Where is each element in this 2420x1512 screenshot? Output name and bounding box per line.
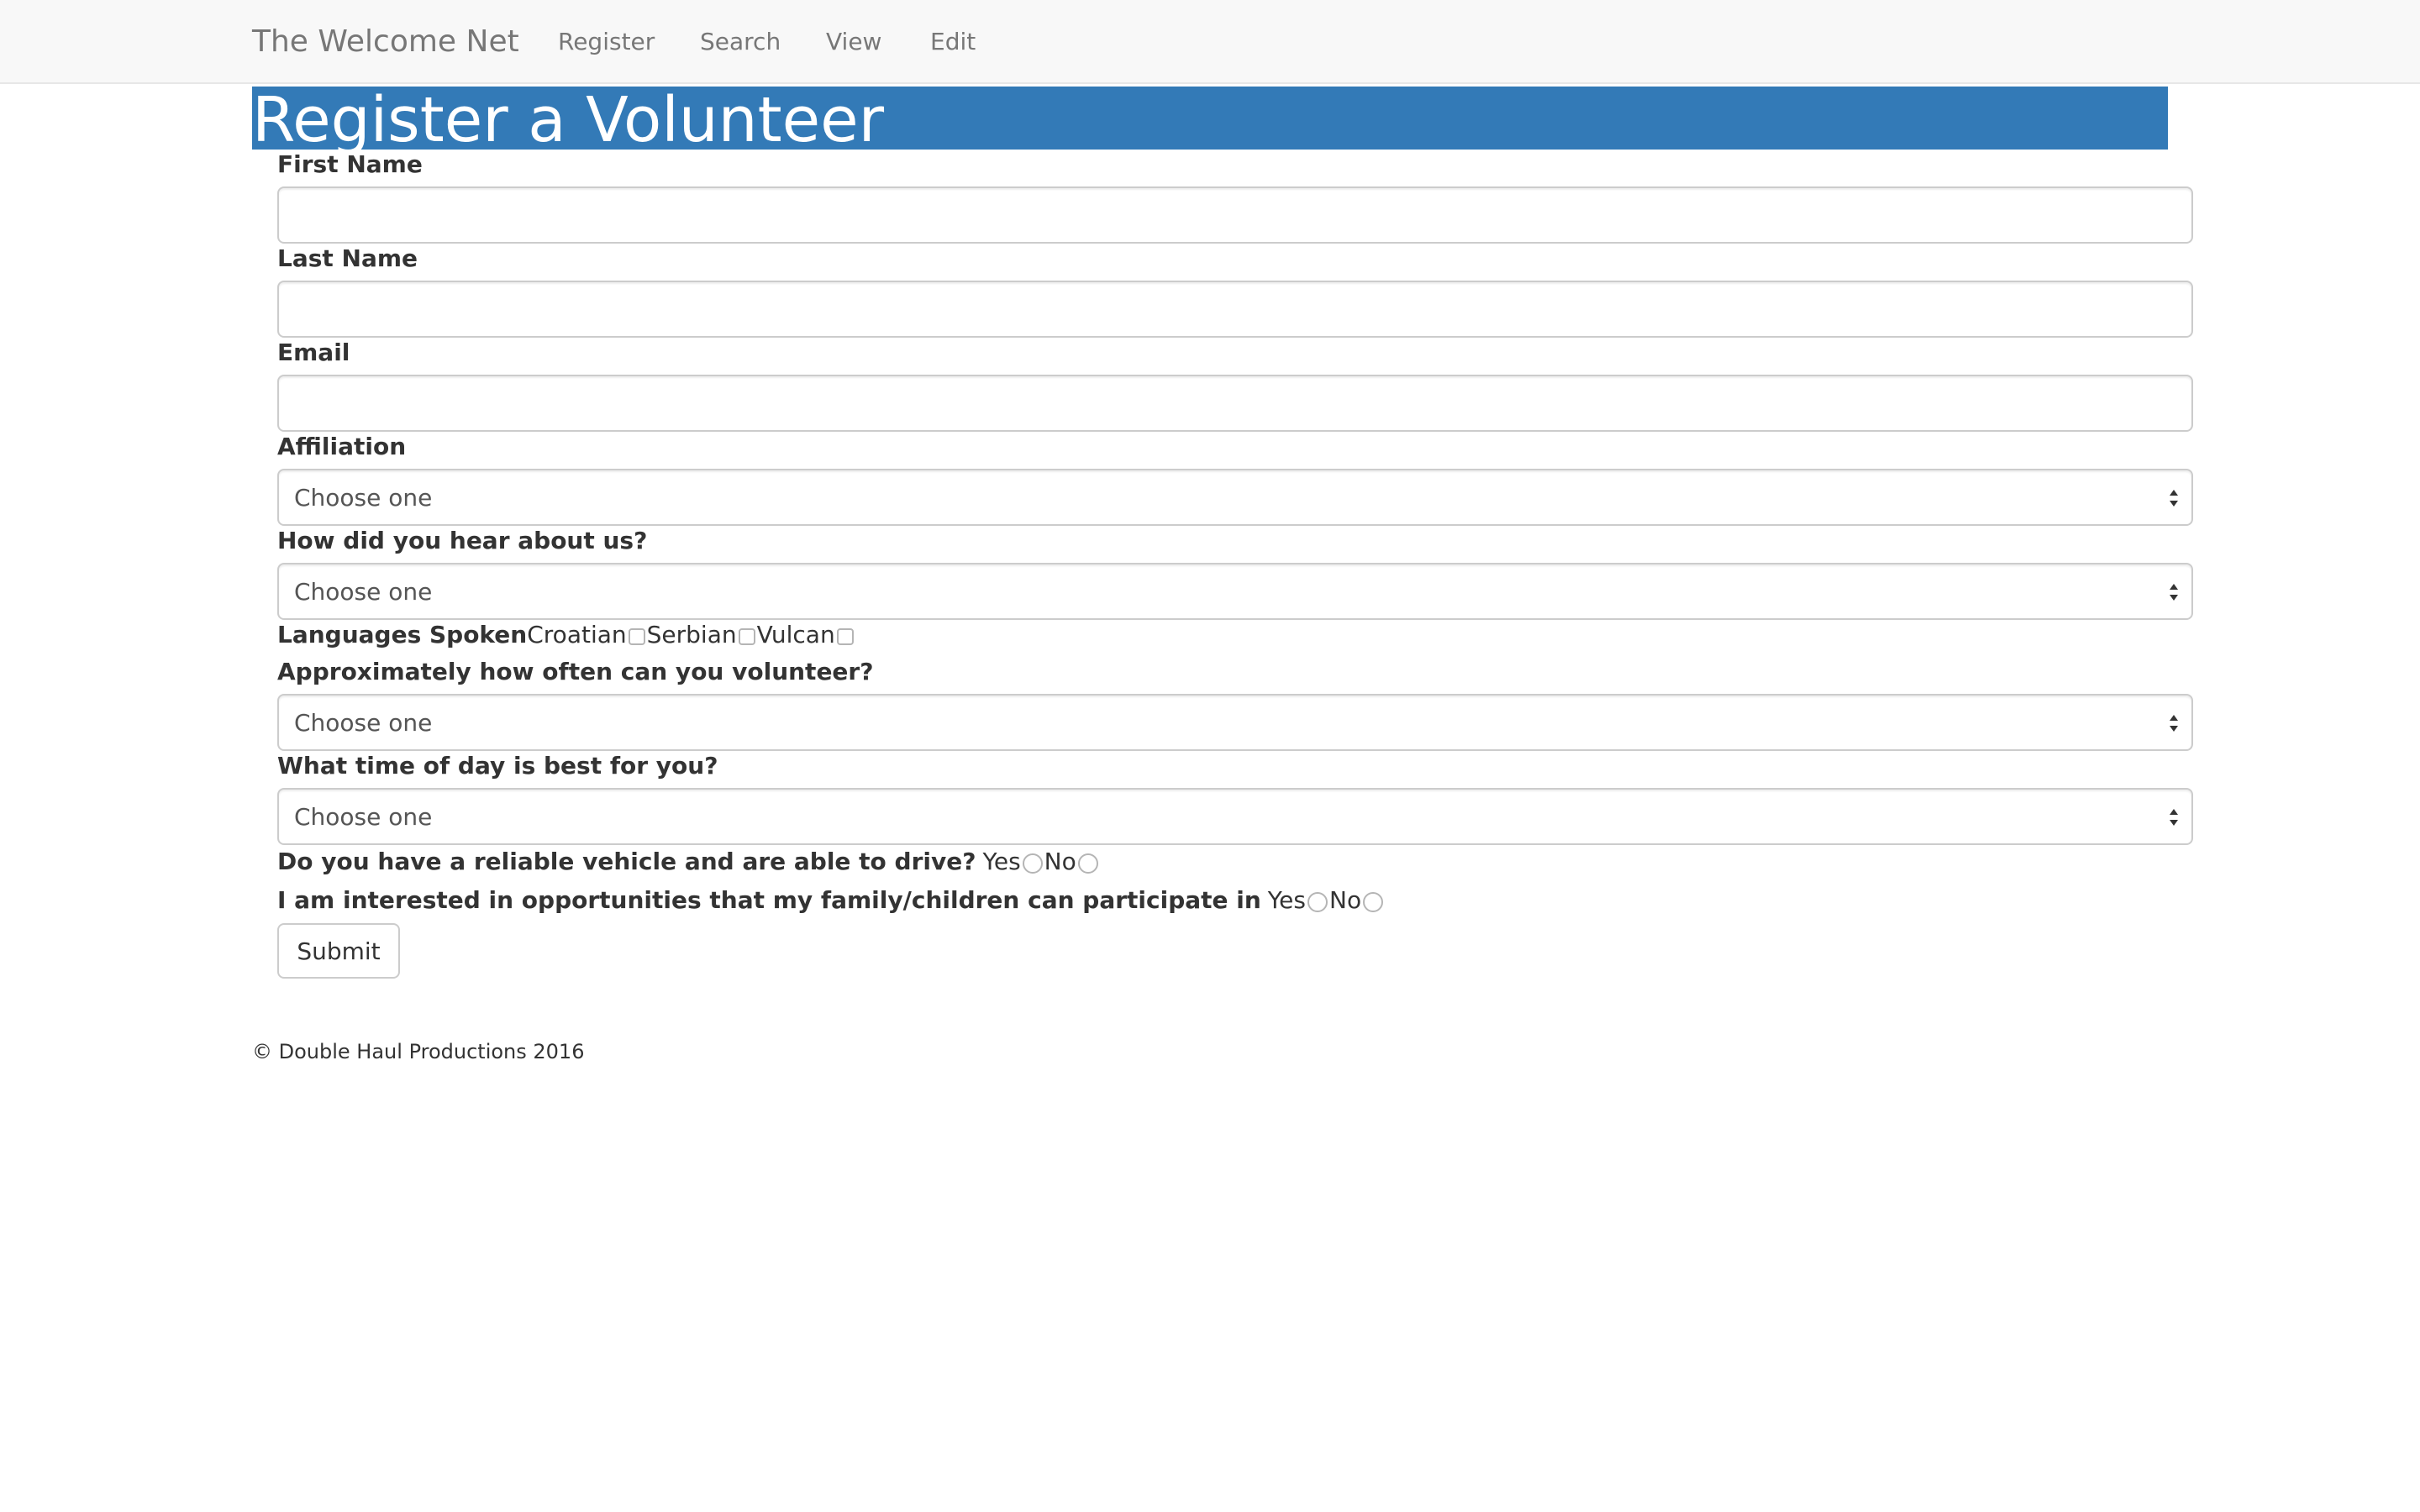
select-arrows-icon [2170, 584, 2178, 601]
first-name-input[interactable] [277, 186, 2193, 244]
affiliation-select[interactable]: Choose one [277, 469, 2193, 526]
time-of-day-selected-value: Choose one [294, 802, 433, 831]
navbar: The Welcome Net Register Search View Edi… [0, 0, 2420, 84]
footer-copyright: © Double Haul Productions 2016 [252, 1040, 585, 1063]
nav-search[interactable]: Search [700, 25, 781, 59]
nav-edit[interactable]: Edit [930, 25, 976, 59]
affiliation-label: Affiliation [277, 433, 407, 460]
language-option-label: Croatian [527, 621, 627, 648]
vehicle-label: Do you have a reliable vehicle and are a… [277, 848, 976, 875]
page-title-bar: Register a Volunteer [252, 87, 2168, 150]
last-name-label: Last Name [277, 244, 418, 272]
vehicle-no-label: No [1044, 848, 1076, 875]
brand-link[interactable]: The Welcome Net [252, 20, 519, 64]
family-yes-radio[interactable] [1307, 892, 1328, 912]
family-no-label: No [1329, 886, 1362, 914]
languages-row: Languages Spoken Croatian Serbian Vulcan [277, 620, 855, 650]
vehicle-no-radio[interactable] [1077, 853, 1098, 874]
email-input[interactable] [277, 375, 2193, 432]
frequency-select[interactable]: Choose one [277, 694, 2193, 751]
vehicle-yes-label: Yes [982, 848, 1021, 875]
nav-register[interactable]: Register [558, 25, 655, 59]
family-label: I am interested in opportunities that my… [277, 886, 1261, 914]
first-name-label: First Name [277, 150, 423, 178]
select-arrows-icon [2170, 715, 2178, 732]
heard-about-select[interactable]: Choose one [277, 563, 2193, 620]
heard-about-label: How did you hear about us? [277, 527, 648, 554]
vehicle-yes-radio[interactable] [1022, 853, 1043, 874]
select-arrows-icon [2170, 809, 2178, 826]
email-label: Email [277, 339, 350, 366]
frequency-label: Approximately how often can you voluntee… [277, 658, 874, 685]
heard-about-selected-value: Choose one [294, 577, 433, 606]
vulcan-checkbox[interactable] [836, 628, 854, 645]
languages-label: Languages Spoken [277, 621, 528, 648]
vehicle-row: Do you have a reliable vehicle and are a… [277, 847, 1100, 877]
language-option-label: Vulcan [756, 621, 835, 648]
language-option-label: Serbian [646, 621, 737, 648]
affiliation-selected-value: Choose one [294, 483, 433, 512]
page-title: Register a Volunteer [252, 87, 885, 150]
frequency-selected-value: Choose one [294, 708, 433, 737]
serbian-checkbox[interactable] [738, 628, 755, 645]
family-no-radio[interactable] [1363, 892, 1384, 912]
croatian-checkbox[interactable] [628, 628, 645, 645]
time-of-day-select[interactable]: Choose one [277, 788, 2193, 845]
select-arrows-icon [2170, 490, 2178, 507]
family-yes-label: Yes [1267, 886, 1306, 914]
nav-view[interactable]: View [826, 25, 881, 59]
submit-button[interactable]: Submit [277, 923, 400, 979]
family-row: I am interested in opportunities that my… [277, 885, 1385, 916]
time-of-day-label: What time of day is best for you? [277, 752, 718, 780]
last-name-input[interactable] [277, 281, 2193, 338]
